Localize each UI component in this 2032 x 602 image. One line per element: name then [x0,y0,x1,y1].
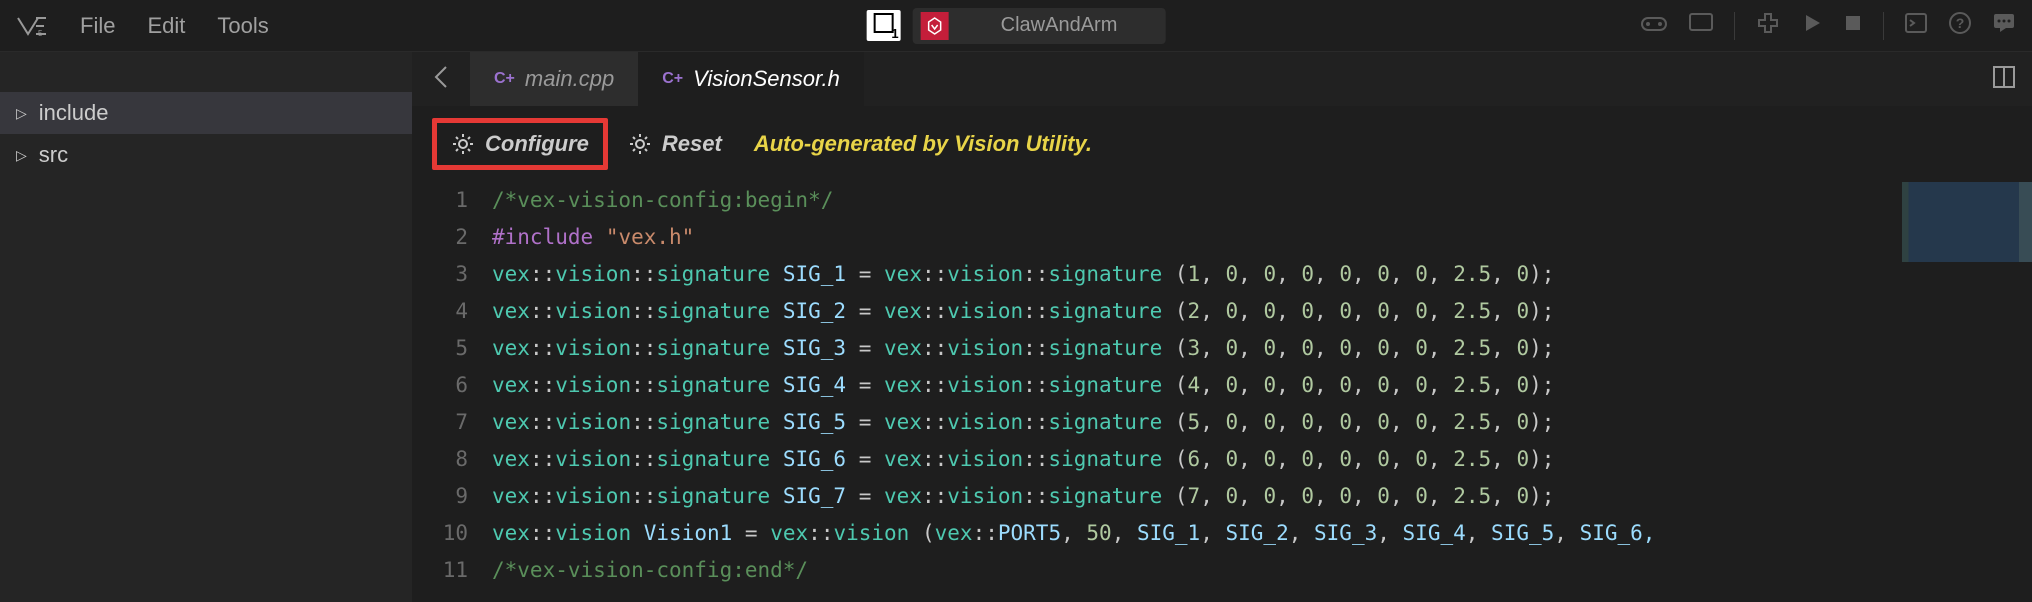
tab-label: VisionSensor.h [693,66,840,92]
code-line[interactable]: vex::vision::signature SIG_7 = vex::visi… [492,478,2032,515]
split-editor-icon[interactable] [1976,65,2032,94]
tree-item-label: src [39,142,68,168]
code-editor[interactable]: 1234567891011 /*vex-vision-config:begin*… [412,182,2032,602]
svg-text:?: ? [1956,15,1965,31]
toolbar-divider [1734,12,1735,40]
code-line[interactable]: vex::vision Vision1 = vex::vision (vex::… [492,515,2032,552]
line-number: 7 [412,404,468,441]
line-number: 2 [412,219,468,256]
app-logo: 5 [16,14,48,38]
line-number: 6 [412,367,468,404]
stop-icon[interactable] [1843,13,1863,38]
tree-item-label: include [39,100,109,126]
tab-VisionSensor-h[interactable]: C+ VisionSensor.h [638,52,864,106]
back-button[interactable] [412,63,470,96]
code-line[interactable]: vex::vision::signature SIG_2 = vex::visi… [492,293,2032,330]
line-number: 8 [412,441,468,478]
code-line[interactable]: vex::vision::signature SIG_1 = vex::visi… [492,256,2032,293]
tab-label: main.cpp [525,66,614,92]
project-name: ClawAndArm [961,14,1158,37]
action-bar: Configure Reset Auto-generated by Vision… [412,106,2032,182]
vex-logo-icon [921,12,949,40]
reset-label: Reset [662,131,722,157]
svg-text:5: 5 [38,29,43,38]
configure-label: Configure [485,131,589,157]
project-selector[interactable]: ClawAndArm [913,8,1166,44]
menu-file[interactable]: File [80,13,115,39]
menu-edit[interactable]: Edit [147,13,185,39]
help-icon[interactable]: ? [1948,11,1972,40]
toolbar-divider [1883,12,1884,40]
chevron-right-icon: ▷ [16,147,27,164]
cpp-icon: C+ [662,70,683,88]
code-line[interactable]: /*vex-vision-config:begin*/ [492,182,2032,219]
code-line[interactable]: #include "vex.h" [492,219,2032,256]
run-icon[interactable] [1801,12,1823,39]
line-number: 4 [412,293,468,330]
autogen-notice: Auto-generated by Vision Utility. [754,131,1092,157]
gear-icon [628,132,652,156]
code-line[interactable]: vex::vision::signature SIG_4 = vex::visi… [492,367,2032,404]
line-number: 11 [412,552,468,589]
code-line[interactable]: vex::vision::signature SIG_5 = vex::visi… [492,404,2032,441]
menu-tools[interactable]: Tools [217,13,268,39]
line-number: 5 [412,330,468,367]
line-number: 10 [412,515,468,552]
line-number: 9 [412,478,468,515]
minimap[interactable] [1902,182,2032,262]
tree-item-include[interactable]: ▷ include [0,92,412,134]
feedback-icon[interactable] [1992,12,2016,39]
line-number: 3 [412,256,468,293]
editor-area: C+ main.cpp C+ VisionSensor.h Configure Res… [412,52,2032,602]
build-icon[interactable] [1755,10,1781,41]
code-line[interactable]: vex::vision::signature SIG_6 = vex::visi… [492,441,2032,478]
reset-button[interactable]: Reset [628,131,722,157]
cpp-icon: C+ [494,70,515,88]
terminal-icon[interactable] [1904,12,1928,39]
configure-button[interactable]: Configure [432,118,608,170]
line-number: 1 [412,182,468,219]
code-line[interactable]: vex::vision::signature SIG_3 = vex::visi… [492,330,2032,367]
tab-main-cpp[interactable]: C+ main.cpp [470,52,638,106]
controller-icon[interactable] [1640,12,1668,39]
tree-item-src[interactable]: ▷ src [0,134,412,176]
slot-indicator[interactable]: 1 [867,10,901,41]
chevron-right-icon: ▷ [16,105,27,122]
screen-icon[interactable] [1688,12,1714,39]
gear-icon [451,132,475,156]
file-explorer: ▷ include ▷ src [0,52,412,602]
code-line[interactable]: /*vex-vision-config:end*/ [492,552,2032,589]
top-bar: 5 File Edit Tools 1 ClawAndArm ? [0,0,2032,52]
tab-bar: C+ main.cpp C+ VisionSensor.h [412,52,2032,106]
